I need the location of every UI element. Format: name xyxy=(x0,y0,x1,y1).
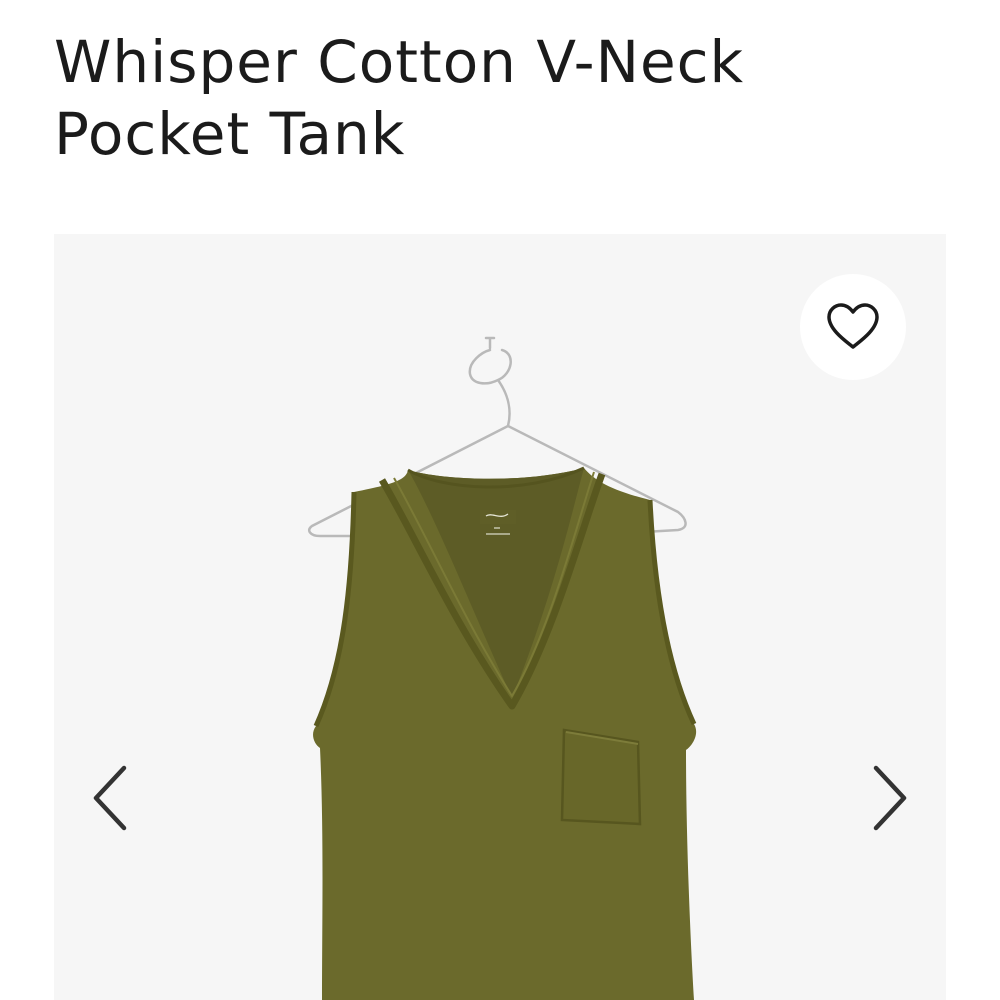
product-title-line-1: Whisper Cotton V-Neck xyxy=(54,28,745,96)
heart-outline-icon xyxy=(827,303,879,349)
favorite-button[interactable] xyxy=(800,274,906,380)
product-image-gallery[interactable] xyxy=(54,234,946,1000)
chevron-left-icon xyxy=(93,765,127,831)
product-title: Whisper Cotton V-Neck Pocket Tank xyxy=(54,26,934,170)
product-title-line-2: Pocket Tank xyxy=(54,100,406,168)
chevron-right-icon xyxy=(873,765,907,831)
tank-top-graphic xyxy=(313,466,697,1000)
next-image-button[interactable] xyxy=(860,760,920,836)
previous-image-button[interactable] xyxy=(80,760,140,836)
